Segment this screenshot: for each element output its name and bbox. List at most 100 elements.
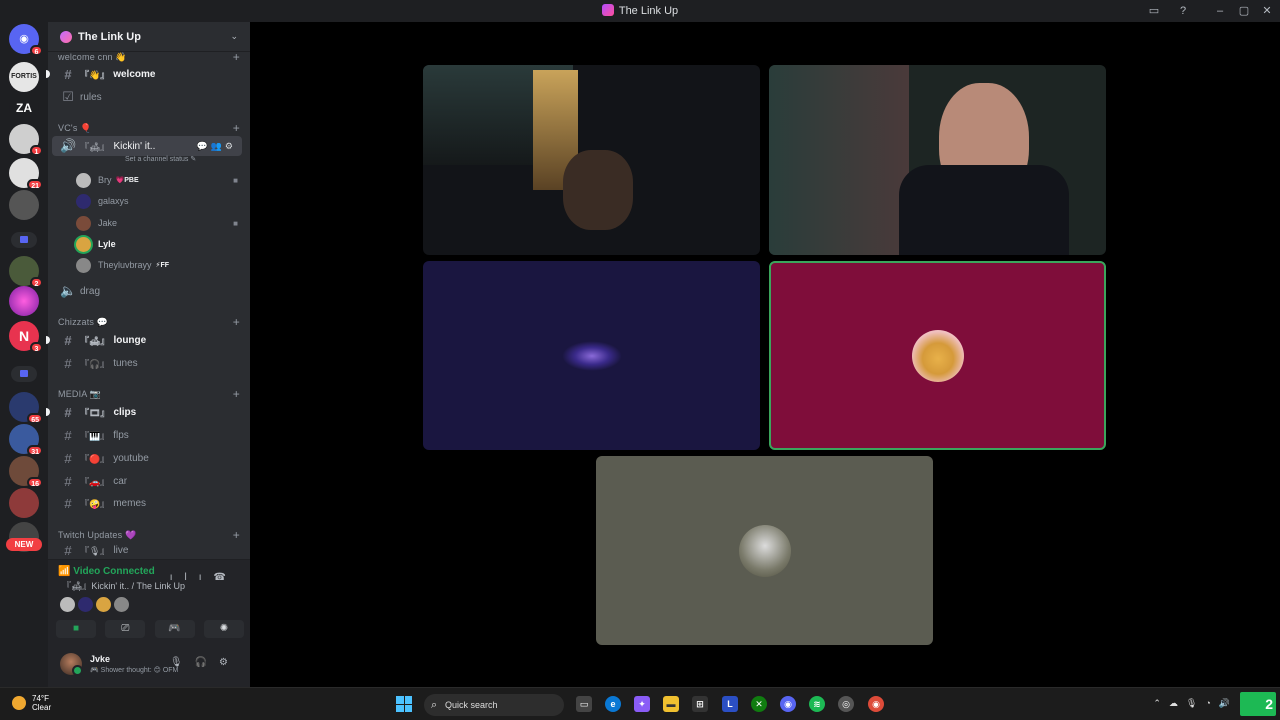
clock[interactable]: 2 bbox=[1240, 692, 1276, 716]
channel-name: live bbox=[113, 544, 129, 556]
server-icon[interactable]: FORTIS bbox=[9, 62, 39, 92]
chevron-down-icon[interactable]: ⌄ bbox=[230, 31, 238, 42]
inbox-icon[interactable]: ▭ bbox=[1146, 3, 1162, 19]
voice-status[interactable]: 📶 Video Connected bbox=[58, 566, 155, 577]
server-icon[interactable]: 1 bbox=[9, 124, 43, 156]
add-channel-icon[interactable]: + bbox=[233, 315, 240, 329]
username[interactable]: Jvke bbox=[90, 654, 110, 664]
channel-memes[interactable]: # 『🤪』 memes bbox=[52, 493, 242, 513]
server-icon[interactable]: 65 bbox=[9, 392, 43, 424]
channel-clips[interactable]: # 『🎞』 clips bbox=[46, 402, 242, 422]
channel-lounge[interactable]: # 『🛋』 lounge bbox=[46, 330, 242, 350]
chevron-up-icon[interactable]: ⌃ bbox=[1153, 698, 1169, 708]
app-icon[interactable]: ◎ bbox=[838, 696, 854, 712]
set-channel-status[interactable]: Set a channel status ✎ bbox=[125, 155, 196, 163]
category-media[interactable]: MEDIA 📷 + bbox=[58, 387, 240, 401]
channel-youtube[interactable]: # 『🔴』 youtube bbox=[52, 448, 242, 468]
copilot-icon[interactable]: ✦ bbox=[634, 696, 650, 712]
video-tile-speaking[interactable] bbox=[769, 261, 1106, 450]
server-icon[interactable]: 16 bbox=[9, 456, 43, 488]
channel-name: drag bbox=[80, 285, 101, 297]
voice-member[interactable]: Theyluvbrayy ⚡FF bbox=[76, 256, 240, 274]
signal-icon: 📶 bbox=[58, 566, 74, 577]
system-tray[interactable]: ⌃☁🎙◔🔊 bbox=[1153, 698, 1238, 709]
add-channel-icon[interactable]: + bbox=[233, 121, 240, 135]
wifi-icon[interactable]: ◔ bbox=[1205, 698, 1218, 708]
channel-emoji: 『🔴』 bbox=[80, 453, 110, 464]
voice-member[interactable]: Lyle bbox=[76, 235, 240, 253]
chrome-icon[interactable]: ◉ bbox=[868, 696, 884, 712]
taskbar-search[interactable]: Quick search bbox=[424, 694, 564, 716]
help-icon[interactable]: ? bbox=[1175, 3, 1191, 19]
clock-day: 2 bbox=[1265, 696, 1273, 712]
camera-button[interactable]: ■ bbox=[56, 620, 96, 638]
activity-button[interactable]: 🎮 bbox=[154, 620, 195, 638]
avatar bbox=[76, 257, 91, 273]
store-icon[interactable]: ⊞ bbox=[692, 696, 708, 712]
video-tile-bry[interactable] bbox=[423, 65, 760, 255]
voice-member[interactable]: Bry 💗PBE ■ bbox=[76, 171, 240, 189]
server-folder-icon[interactable] bbox=[11, 366, 37, 382]
channel-tools[interactable]: 💬👥⚙ bbox=[197, 141, 236, 152]
server-icon[interactable] bbox=[9, 286, 39, 316]
channel-live[interactable]: # 『🎙』 live bbox=[52, 542, 242, 558]
channel-car[interactable]: # 『🚗』 car bbox=[52, 471, 242, 491]
minimize-button[interactable]: – bbox=[1212, 3, 1228, 19]
start-button[interactable] bbox=[396, 696, 412, 712]
avatar bbox=[78, 597, 93, 612]
volume-icon[interactable]: 🔊 bbox=[1219, 698, 1238, 708]
server-header[interactable]: The Link Up ⌄ bbox=[48, 22, 250, 52]
discord-taskbar-icon[interactable]: ◉ bbox=[780, 696, 796, 712]
badge: 2 bbox=[30, 277, 43, 288]
video-tile-theyluvbrayy[interactable] bbox=[596, 456, 933, 645]
weather-icon bbox=[12, 696, 26, 710]
server-icon[interactable] bbox=[9, 190, 39, 220]
spotify-icon[interactable]: ≋ bbox=[809, 696, 825, 712]
weather-widget[interactable]: 74°F Clear bbox=[12, 694, 51, 712]
gear-icon[interactable]: ⚙ bbox=[219, 657, 240, 668]
app-l-icon[interactable]: L bbox=[722, 696, 738, 712]
close-button[interactable]: ✕ bbox=[1259, 3, 1275, 19]
user-avatar[interactable] bbox=[60, 653, 83, 676]
add-channel-icon[interactable]: + bbox=[233, 50, 240, 64]
xbox-icon[interactable]: ✕ bbox=[751, 696, 767, 712]
server-icon[interactable]: 31 bbox=[9, 424, 43, 456]
server-icon[interactable] bbox=[9, 488, 39, 518]
maximize-button[interactable]: ▢ bbox=[1236, 3, 1252, 19]
voice-channel-drag[interactable]: 🔈 drag bbox=[52, 281, 242, 301]
video-tile-lyle[interactable] bbox=[769, 65, 1106, 255]
microphone-tray-icon[interactable]: 🎙 bbox=[1186, 698, 1205, 708]
channel-welcome[interactable]: # 『👋』 welcome bbox=[46, 64, 242, 84]
video-tile-galaxys[interactable] bbox=[423, 261, 760, 450]
home-button[interactable]: ◉ 6 bbox=[9, 24, 43, 56]
edge-icon[interactable]: e bbox=[605, 696, 621, 712]
category-chizzats[interactable]: Chizzats 💬 + bbox=[58, 315, 240, 329]
screen-share-button[interactable]: ⎚ bbox=[105, 620, 146, 638]
server-folder-icon[interactable] bbox=[11, 232, 37, 248]
category-welcome[interactable]: welcome cnn 👋 + bbox=[58, 50, 240, 64]
channel-flps[interactable]: # 『🎹』 flps bbox=[52, 425, 242, 445]
cloud-icon[interactable]: ☁ bbox=[1169, 698, 1186, 708]
headphones-icon[interactable]: 🎧 bbox=[195, 657, 219, 668]
task-view-icon[interactable]: ▭ bbox=[576, 696, 592, 712]
voice-channel-path[interactable]: 『🛋』Kickin' it.. / The Link Up bbox=[62, 579, 185, 592]
voice-member[interactable]: Jake ■ bbox=[76, 214, 240, 232]
microphone-icon[interactable]: 🎙 bbox=[170, 657, 195, 668]
disconnect-icon[interactable]: ☎ bbox=[214, 572, 238, 583]
channel-rules[interactable]: ☑ rules bbox=[52, 87, 242, 107]
server-icon[interactable]: N3 bbox=[9, 321, 43, 353]
noise-suppression-icon[interactable]: ılı bbox=[170, 572, 214, 583]
soundboard-button[interactable]: ✺ bbox=[203, 620, 244, 638]
add-channel-icon[interactable]: + bbox=[233, 387, 240, 401]
server-icon[interactable]: ZA bbox=[9, 93, 39, 123]
category-twitch[interactable]: Twitch Updates 💜 + bbox=[58, 528, 240, 542]
add-channel-icon[interactable]: + bbox=[233, 528, 240, 542]
temperature: 74°F bbox=[32, 694, 49, 703]
channel-tunes[interactable]: # 『🎧』 tunes bbox=[52, 353, 242, 373]
file-explorer-icon[interactable]: ▬ bbox=[663, 696, 679, 712]
voice-channel-kickin[interactable]: 🔊 『🛋』 Kickin' it.. 💬👥⚙ bbox=[52, 136, 242, 156]
voice-member[interactable]: galaxys bbox=[76, 192, 240, 210]
server-icon[interactable]: 21 bbox=[9, 158, 43, 190]
server-icon[interactable]: 2 bbox=[9, 256, 43, 288]
category-vcs[interactable]: VC's 🎈 + bbox=[58, 121, 240, 135]
